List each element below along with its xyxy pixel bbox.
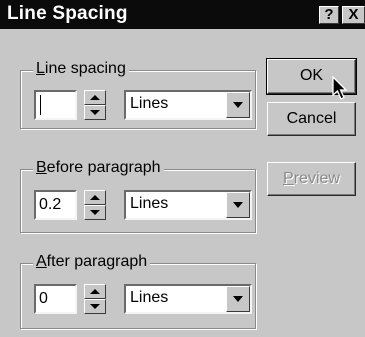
down-arrow-icon [90,110,100,115]
before-paragraph-input[interactable]: 0.2 [34,190,77,220]
dropdown-button[interactable] [226,92,250,118]
up-arrow-icon [90,195,100,200]
mouse-pointer-icon [332,76,348,100]
spin-down-button[interactable] [84,205,106,220]
after-paragraph-unit-value: Lines [130,289,169,306]
before-paragraph-label: Before paragraph [33,159,164,177]
up-arrow-icon [90,289,100,294]
chevron-down-icon [233,296,243,302]
close-button[interactable]: X [342,6,365,24]
spin-up-button[interactable] [84,284,106,299]
line-spacing-spinner[interactable] [84,90,106,120]
after-paragraph-unit-select[interactable]: Lines [124,284,252,314]
after-paragraph-input[interactable]: 0 [34,284,77,314]
title-bar[interactable]: Line Spacing ? X [0,0,365,29]
spin-down-button[interactable] [84,105,106,120]
line-spacing-unit-value: Lines [130,95,169,112]
down-arrow-icon [90,304,100,309]
spin-up-button[interactable] [84,90,106,105]
cancel-button[interactable]: Cancel [267,102,356,136]
window-title: Line Spacing [7,3,128,24]
before-paragraph-unit-select[interactable]: Lines [124,190,252,220]
after-paragraph-spinner[interactable] [84,284,106,314]
after-paragraph-label: After paragraph [33,253,151,271]
spin-up-button[interactable] [84,190,106,205]
line-spacing-unit-select[interactable]: Lines [124,90,252,120]
up-arrow-icon [90,95,100,100]
preview-button[interactable]: Preview [267,162,356,196]
chevron-down-icon [233,102,243,108]
line-spacing-label: Line spacing [33,60,129,78]
before-paragraph-unit-value: Lines [130,195,169,212]
dropdown-button[interactable] [226,192,250,218]
line-spacing-dialog: Line Spacing ? X Line spacing Lines Befo… [0,0,365,337]
down-arrow-icon [90,210,100,215]
line-spacing-input[interactable] [34,90,77,120]
spin-down-button[interactable] [84,299,106,314]
before-paragraph-spinner[interactable] [84,190,106,220]
chevron-down-icon [233,202,243,208]
text-caret [40,95,41,115]
dropdown-button[interactable] [226,286,250,312]
help-button[interactable]: ? [319,6,339,24]
